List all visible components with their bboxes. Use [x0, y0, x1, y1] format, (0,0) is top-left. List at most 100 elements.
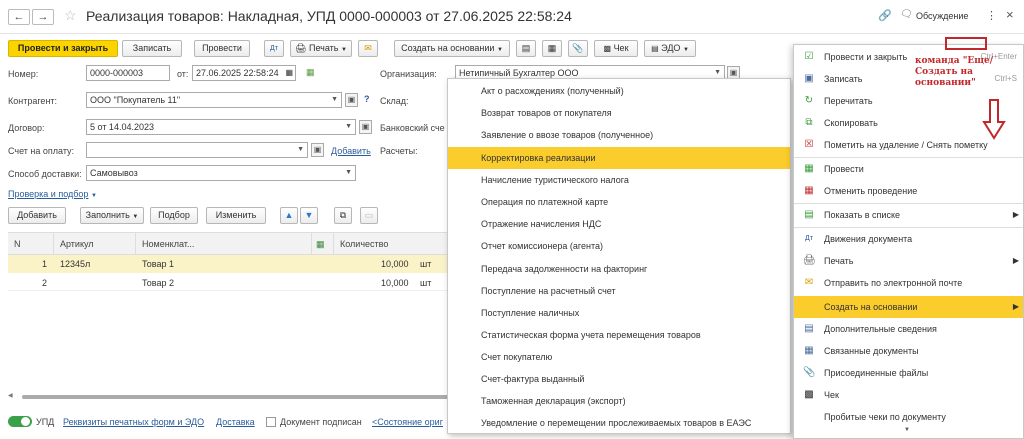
- dropdown-item[interactable]: Передача задолженности на факторинг: [448, 258, 790, 280]
- chevron-down-icon[interactable]: ▼: [297, 143, 304, 157]
- scrollbar-thumb[interactable]: [22, 395, 448, 399]
- dt-kt-button[interactable]: Дт: [264, 40, 284, 57]
- dropdown-item[interactable]: Поступление на расчетный счет: [448, 280, 790, 302]
- print-button[interactable]: 🖨 Печать ▼: [290, 40, 352, 57]
- copy-rows-button[interactable]: ⧉: [334, 207, 352, 224]
- number-label: Номер:: [8, 69, 39, 79]
- header-nomenclature[interactable]: Номенклат...: [136, 233, 312, 255]
- link-icon[interactable]: 🔗: [878, 9, 892, 22]
- invoice-add-link[interactable]: Добавить: [331, 146, 371, 156]
- horizontal-scrollbar[interactable]: ◀: [8, 392, 448, 400]
- delivery-field[interactable]: Самовывоз ▼: [86, 165, 356, 181]
- counterparty-field[interactable]: ООО "Покупатель 11" ▼: [86, 92, 342, 108]
- forward-button[interactable]: →: [32, 9, 54, 25]
- number-field[interactable]: 0000-000003: [86, 65, 170, 81]
- dropdown-item[interactable]: Заявление о ввозе товаров (полученное): [448, 124, 790, 146]
- paste-rows-button[interactable]: ▭: [360, 207, 378, 224]
- discussion-button[interactable]: Обсуждение: [916, 11, 968, 21]
- chevron-down-icon[interactable]: ▼: [345, 120, 352, 134]
- original-state-link[interactable]: <Состояние ориг: [372, 417, 443, 427]
- arrow-down-icon: ▼: [304, 210, 314, 220]
- row-1-nomenclature: Товар 1: [142, 259, 174, 269]
- dropdown-item[interactable]: Начисление туристического налога: [448, 169, 790, 191]
- counterparty-open-button[interactable]: ▣: [345, 93, 358, 107]
- menu-related[interactable]: ▦ Связанные документы: [794, 340, 1023, 362]
- help-icon[interactable]: ?: [364, 94, 370, 104]
- signed-label: Документ подписан: [280, 417, 362, 427]
- submenu-arrow-icon: ▶: [1012, 210, 1019, 219]
- org-label: Организация:: [380, 69, 437, 79]
- move-up-button[interactable]: ▲: [280, 207, 298, 224]
- scroll-left-icon[interactable]: ◀: [8, 392, 13, 399]
- dropdown-item-highlighted[interactable]: Корректировка реализации: [448, 147, 790, 169]
- contract-field[interactable]: 5 от 14.04.2023 ▼: [86, 119, 356, 135]
- dropdown-item[interactable]: Отчет комиссионера (агента): [448, 235, 790, 257]
- menu-create-based[interactable]: Создать на основании ▶: [794, 296, 1023, 318]
- dropdown-item[interactable]: Операция по платежной карте: [448, 191, 790, 213]
- post-button[interactable]: Провести: [194, 40, 250, 57]
- menu-check[interactable]: ▩ Чек: [794, 384, 1023, 406]
- row-2-n: 2: [42, 278, 48, 288]
- header-n[interactable]: N: [8, 233, 54, 255]
- dropdown-item[interactable]: Счет-фактура выданный: [448, 368, 790, 390]
- dropdown-item[interactable]: Уведомление о перемещении прослеживаемых…: [448, 412, 790, 434]
- favorite-star-icon[interactable]: ☆: [64, 7, 77, 24]
- date-extra-icon[interactable]: ▦: [306, 67, 315, 78]
- menu-post[interactable]: ▦ Провести: [794, 158, 1023, 180]
- chevron-down-icon[interactable]: ▼: [331, 93, 338, 107]
- more-vertical-icon[interactable]: ⋮: [986, 9, 997, 22]
- back-button[interactable]: ←: [8, 9, 30, 25]
- annotation-down-arrow-icon: [982, 99, 1006, 140]
- print-forms-link[interactable]: Реквизиты печатных форм и ЭДО: [63, 417, 204, 427]
- table-settings-icon[interactable]: ▦: [316, 239, 325, 249]
- menu-post-close-label: Провести и закрыть: [824, 52, 908, 62]
- menu-scroll-down-icon[interactable]: ▼: [904, 427, 910, 433]
- attachment-button[interactable]: 📎: [568, 40, 588, 57]
- header-quantity[interactable]: Количество: [334, 233, 448, 255]
- menu-send-email[interactable]: ✉ Отправить по электронной почте: [794, 272, 1023, 294]
- menu-print[interactable]: 🖨 Печать ▶: [794, 250, 1023, 272]
- signed-checkbox[interactable]: [266, 417, 276, 427]
- menu-show-in-list[interactable]: ▤ Показать в списке ▶: [794, 204, 1023, 226]
- chevron-down-icon[interactable]: ▼: [345, 166, 352, 180]
- menu-attached[interactable]: 📎 Присоединенные файлы: [794, 362, 1023, 384]
- check-button[interactable]: ▩ Чек: [594, 40, 638, 57]
- menu-punched[interactable]: Пробитые чеки по документу: [794, 406, 1023, 428]
- create-based-button[interactable]: Создать на основании ▼: [394, 40, 510, 57]
- dropdown-item[interactable]: Счет покупателю: [448, 346, 790, 368]
- post-close-button[interactable]: Провести и закрыть: [8, 40, 118, 57]
- date-field[interactable]: 27.06.2025 22:58:24 ▦: [192, 65, 296, 81]
- dropdown-item[interactable]: Возврат товаров от покупателя: [448, 102, 790, 124]
- dropdown-item[interactable]: Отражение начисления НДС: [448, 213, 790, 235]
- contract-open-button[interactable]: ▣: [359, 120, 372, 134]
- menu-save-shortcut: Ctrl+S: [994, 74, 1017, 83]
- fill-button[interactable]: Заполнить ▼: [80, 207, 144, 224]
- menu-movements[interactable]: Дт Движения документа: [794, 228, 1023, 250]
- select-button[interactable]: Подбор: [150, 207, 198, 224]
- dropdown-item[interactable]: Таможенная декларация (экспорт): [448, 390, 790, 412]
- menu-additional[interactable]: ▤ Дополнительные сведения: [794, 318, 1023, 340]
- change-button[interactable]: Изменить: [206, 207, 266, 224]
- close-icon[interactable]: ×: [1006, 7, 1014, 22]
- discussion-icon[interactable]: 🗨: [900, 9, 913, 20]
- dropdown-item[interactable]: Статистическая форма учета перемещения т…: [448, 324, 790, 346]
- related-docs-icon: ▦: [804, 345, 814, 356]
- add-button[interactable]: Добавить: [8, 207, 66, 224]
- email-button[interactable]: ✉: [358, 40, 378, 57]
- calendar-icon[interactable]: ▦: [285, 66, 293, 80]
- menu-unpost[interactable]: ▦ Отменить проведение: [794, 180, 1023, 202]
- check-selection-link[interactable]: Проверка и подбор ▼: [8, 189, 97, 199]
- save-button[interactable]: Записать: [122, 40, 182, 57]
- dropdown-item[interactable]: Акт о расхождениях (полученный): [448, 80, 790, 102]
- header-article[interactable]: Артикул: [54, 233, 136, 255]
- upd-toggle[interactable]: [8, 416, 32, 427]
- structure-button[interactable]: ▤: [516, 40, 536, 57]
- report-button[interactable]: ▦: [542, 40, 562, 57]
- move-down-button[interactable]: ▼: [300, 207, 318, 224]
- invoice-open-button[interactable]: ▣: [311, 143, 324, 157]
- edo-button[interactable]: ▤ ЭДО ▼: [644, 40, 696, 57]
- dropdown-item[interactable]: Поступление наличных: [448, 302, 790, 324]
- delivery-value: Самовывоз: [90, 168, 138, 178]
- delivery-link[interactable]: Доставка: [216, 417, 255, 427]
- invoice-field[interactable]: ▼: [86, 142, 308, 158]
